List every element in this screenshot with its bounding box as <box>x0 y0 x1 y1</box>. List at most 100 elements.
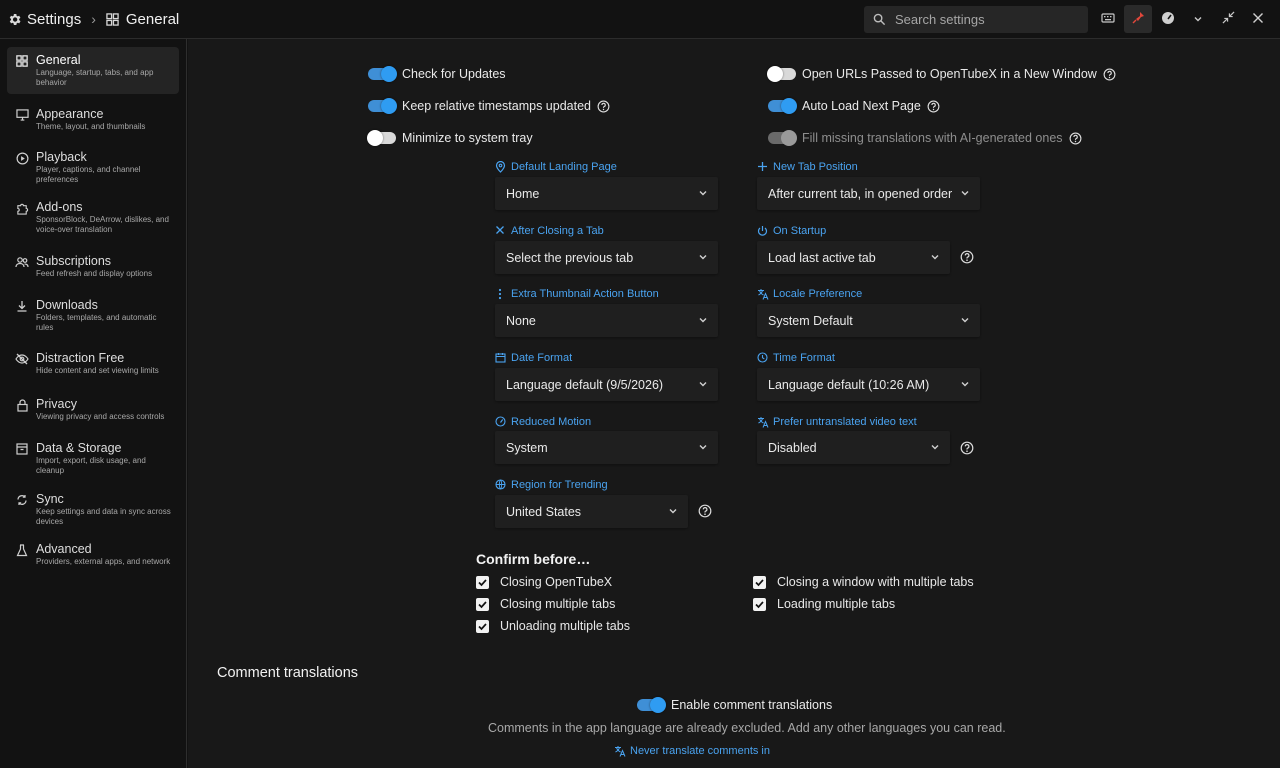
never-translate-label: Never translate comments in <box>614 745 770 757</box>
pin-button[interactable] <box>1124 5 1152 33</box>
confirm-loading-tabs[interactable]: Loading multiple tabs <box>753 596 895 612</box>
keyboard-icon <box>1101 12 1115 27</box>
title-bar: Settings › General <box>0 0 1280 39</box>
toggle-row-relative-timestamps[interactable]: Keep relative timestamps updated <box>368 96 610 116</box>
confirm-unloading-tabs[interactable]: Unloading multiple tabs <box>476 618 630 634</box>
check-updates-switch[interactable] <box>368 66 397 82</box>
eye-off-icon <box>15 352 29 366</box>
auto-load-switch[interactable] <box>768 98 797 114</box>
confirm-closing-window[interactable]: Closing a window with multiple tabs <box>753 574 974 590</box>
settings-main: Check for Updates Keep relative timestam… <box>188 39 1280 768</box>
checkbox[interactable] <box>476 575 489 589</box>
sidebar-item-subscriptions[interactable]: Subscriptions Feed refresh and display o… <box>7 248 179 286</box>
sidebar-item-advanced[interactable]: Advanced Providers, external apps, and n… <box>7 536 179 582</box>
speed-button[interactable] <box>1154 5 1182 33</box>
sidebar-item-add-ons[interactable]: Add-ons SponsorBlock, DeArrow, dislikes,… <box>7 194 179 240</box>
play-circle-icon <box>15 151 29 165</box>
power-icon <box>757 225 769 237</box>
comment-translations-note: Comments in the app language are already… <box>488 721 1006 735</box>
open-urls-switch[interactable] <box>767 66 796 82</box>
chevron-down-icon <box>961 382 969 387</box>
toggle-row-minimize-tray[interactable]: Minimize to system tray <box>367 128 533 148</box>
download-icon <box>15 299 29 313</box>
collapse-button[interactable] <box>1214 5 1242 33</box>
help-icon[interactable] <box>597 100 610 113</box>
default-landing-select[interactable]: Home <box>495 177 718 210</box>
toggle-row-fill-translations: Fill missing translations with AI-genera… <box>768 128 1082 148</box>
locale-preference-select[interactable]: System Default <box>757 304 980 337</box>
help-icon[interactable] <box>698 504 712 518</box>
breadcrumb-chevron-icon: › <box>91 11 96 27</box>
reduced-motion-select[interactable]: System <box>495 431 718 464</box>
grid-icon <box>105 11 121 27</box>
globe-icon <box>495 479 507 491</box>
speed-icon <box>495 416 507 428</box>
toggle-row-open-urls[interactable]: Open URLs Passed to OpenTubeX in a New W… <box>767 64 1116 84</box>
translate-icon <box>757 288 769 300</box>
toggle-row-comment-translations[interactable]: Enable comment translations <box>637 695 832 715</box>
clock-icon <box>757 352 769 364</box>
on-startup-label: On Startup <box>757 224 826 238</box>
sidebar-item-data-storage[interactable]: Data & Storage Import, export, disk usag… <box>7 435 179 481</box>
minimize-tray-switch[interactable] <box>367 130 396 146</box>
checkbox[interactable] <box>476 619 489 633</box>
translate-icon <box>614 745 626 757</box>
toggle-row-check-updates[interactable]: Check for Updates <box>368 64 506 84</box>
sidebar-item-general[interactable]: General Language, startup, tabs, and app… <box>7 47 179 94</box>
toggle-row-auto-load[interactable]: Auto Load Next Page <box>768 96 940 116</box>
chevron-down-icon <box>699 318 707 323</box>
help-icon[interactable] <box>1103 68 1116 81</box>
sidebar-item-distraction-free[interactable]: Distraction Free Hide content and set vi… <box>7 345 179 383</box>
search-input[interactable] <box>895 12 1075 27</box>
help-icon[interactable] <box>960 250 974 264</box>
thumbnail-action-label: Extra Thumbnail Action Button <box>495 287 659 301</box>
page-title: General <box>125 10 180 28</box>
region-trending-select[interactable]: United States <box>495 495 688 528</box>
chevron-down-icon <box>699 382 707 387</box>
sidebar-item-downloads[interactable]: Downloads Folders, templates, and automa… <box>7 292 179 338</box>
chevron-down-icon <box>961 318 969 323</box>
sync-icon <box>15 493 29 507</box>
chevron-down-icon <box>699 191 707 196</box>
monitor-icon <box>15 108 29 122</box>
new-tab-position-select[interactable]: After current tab, in opened order <box>757 177 980 210</box>
on-startup-select[interactable]: Load last active tab <box>757 241 950 274</box>
grid-icon <box>15 54 29 68</box>
help-icon[interactable] <box>1069 132 1082 145</box>
date-format-select[interactable]: Language default (9/5/2026) <box>495 368 718 401</box>
fill-translations-switch <box>768 130 797 146</box>
help-icon[interactable] <box>927 100 940 113</box>
keyboard-button[interactable] <box>1094 5 1122 33</box>
comment-translations-switch[interactable] <box>637 697 666 713</box>
close-window-button[interactable] <box>1244 5 1272 33</box>
new-tab-position-label: New Tab Position <box>757 160 858 174</box>
chevron-down-icon <box>931 255 939 260</box>
sidebar-item-sync[interactable]: Sync Keep settings and data in sync acro… <box>7 486 179 532</box>
comment-translations-heading: Comment translations <box>217 665 359 681</box>
after-closing-label: After Closing a Tab <box>495 224 604 238</box>
checkbox[interactable] <box>753 597 766 611</box>
confirm-closing-app[interactable]: Closing OpenTubeX <box>476 574 612 590</box>
close-icon <box>1252 12 1264 27</box>
thumbnail-action-select[interactable]: None <box>495 304 718 337</box>
checkbox[interactable] <box>476 597 489 611</box>
region-trending-label: Region for Trending <box>495 478 608 492</box>
default-landing-label: Default Landing Page <box>495 160 617 174</box>
untranslated-text-select[interactable]: Disabled <box>757 431 950 464</box>
location-pin-icon <box>495 161 507 173</box>
help-icon[interactable] <box>960 441 974 455</box>
people-icon <box>15 255 29 269</box>
search-bar[interactable] <box>864 6 1088 33</box>
sidebar-item-playback[interactable]: Playback Player, captions, and channel p… <box>7 144 179 190</box>
checkbox[interactable] <box>753 575 766 589</box>
pin-icon <box>1131 11 1145 28</box>
menu-dropdown-button[interactable] <box>1184 5 1212 33</box>
after-closing-select[interactable]: Select the previous tab <box>495 241 718 274</box>
sidebar-item-appearance[interactable]: Appearance Theme, layout, and thumbnails <box>7 101 179 139</box>
sidebar: General Language, startup, tabs, and app… <box>0 39 187 768</box>
time-format-select[interactable]: Language default (10:26 AM) <box>757 368 980 401</box>
confirm-closing-tabs[interactable]: Closing multiple tabs <box>476 596 615 612</box>
sidebar-item-privacy[interactable]: Privacy Viewing privacy and access contr… <box>7 391 179 429</box>
chevron-down-icon <box>699 445 707 450</box>
relative-timestamps-switch[interactable] <box>368 98 397 114</box>
